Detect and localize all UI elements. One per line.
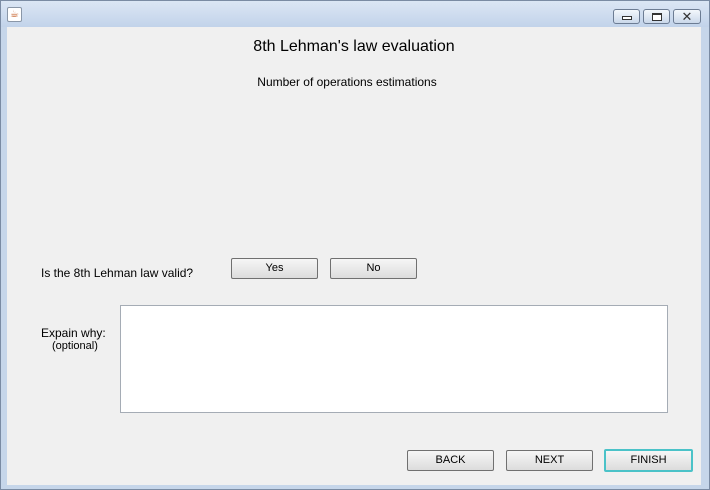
yes-button[interactable]: Yes (231, 258, 318, 279)
close-icon: ✕ (681, 9, 693, 24)
page-subtitle: Number of operations estimations (257, 75, 437, 89)
explanation-textarea[interactable] (120, 305, 668, 413)
java-coffee-icon: ☕ (7, 7, 22, 22)
next-button[interactable]: NEXT (506, 450, 593, 471)
page-title: 8th Lehman's law evaluation (253, 38, 455, 55)
minimize-icon (622, 16, 632, 20)
minimize-button[interactable] (613, 9, 640, 24)
title-bar[interactable]: ☕ ✕ (1, 1, 709, 27)
explain-label: Expain why: (41, 326, 106, 340)
validity-question-label: Is the 8th Lehman law valid? (41, 266, 194, 280)
app-window: ☕ ✕ 8th Lehman's law evaluation Number o… (0, 0, 710, 490)
content-panel: 8th Lehman's law evaluation Number of op… (7, 27, 701, 485)
back-button[interactable]: BACK (407, 450, 494, 471)
close-button[interactable]: ✕ (673, 9, 701, 24)
optional-label: (optional) (52, 340, 98, 352)
maximize-button[interactable] (643, 9, 670, 24)
no-button[interactable]: No (330, 258, 417, 279)
maximize-icon (652, 13, 662, 21)
finish-button[interactable]: FINISH (604, 449, 693, 472)
